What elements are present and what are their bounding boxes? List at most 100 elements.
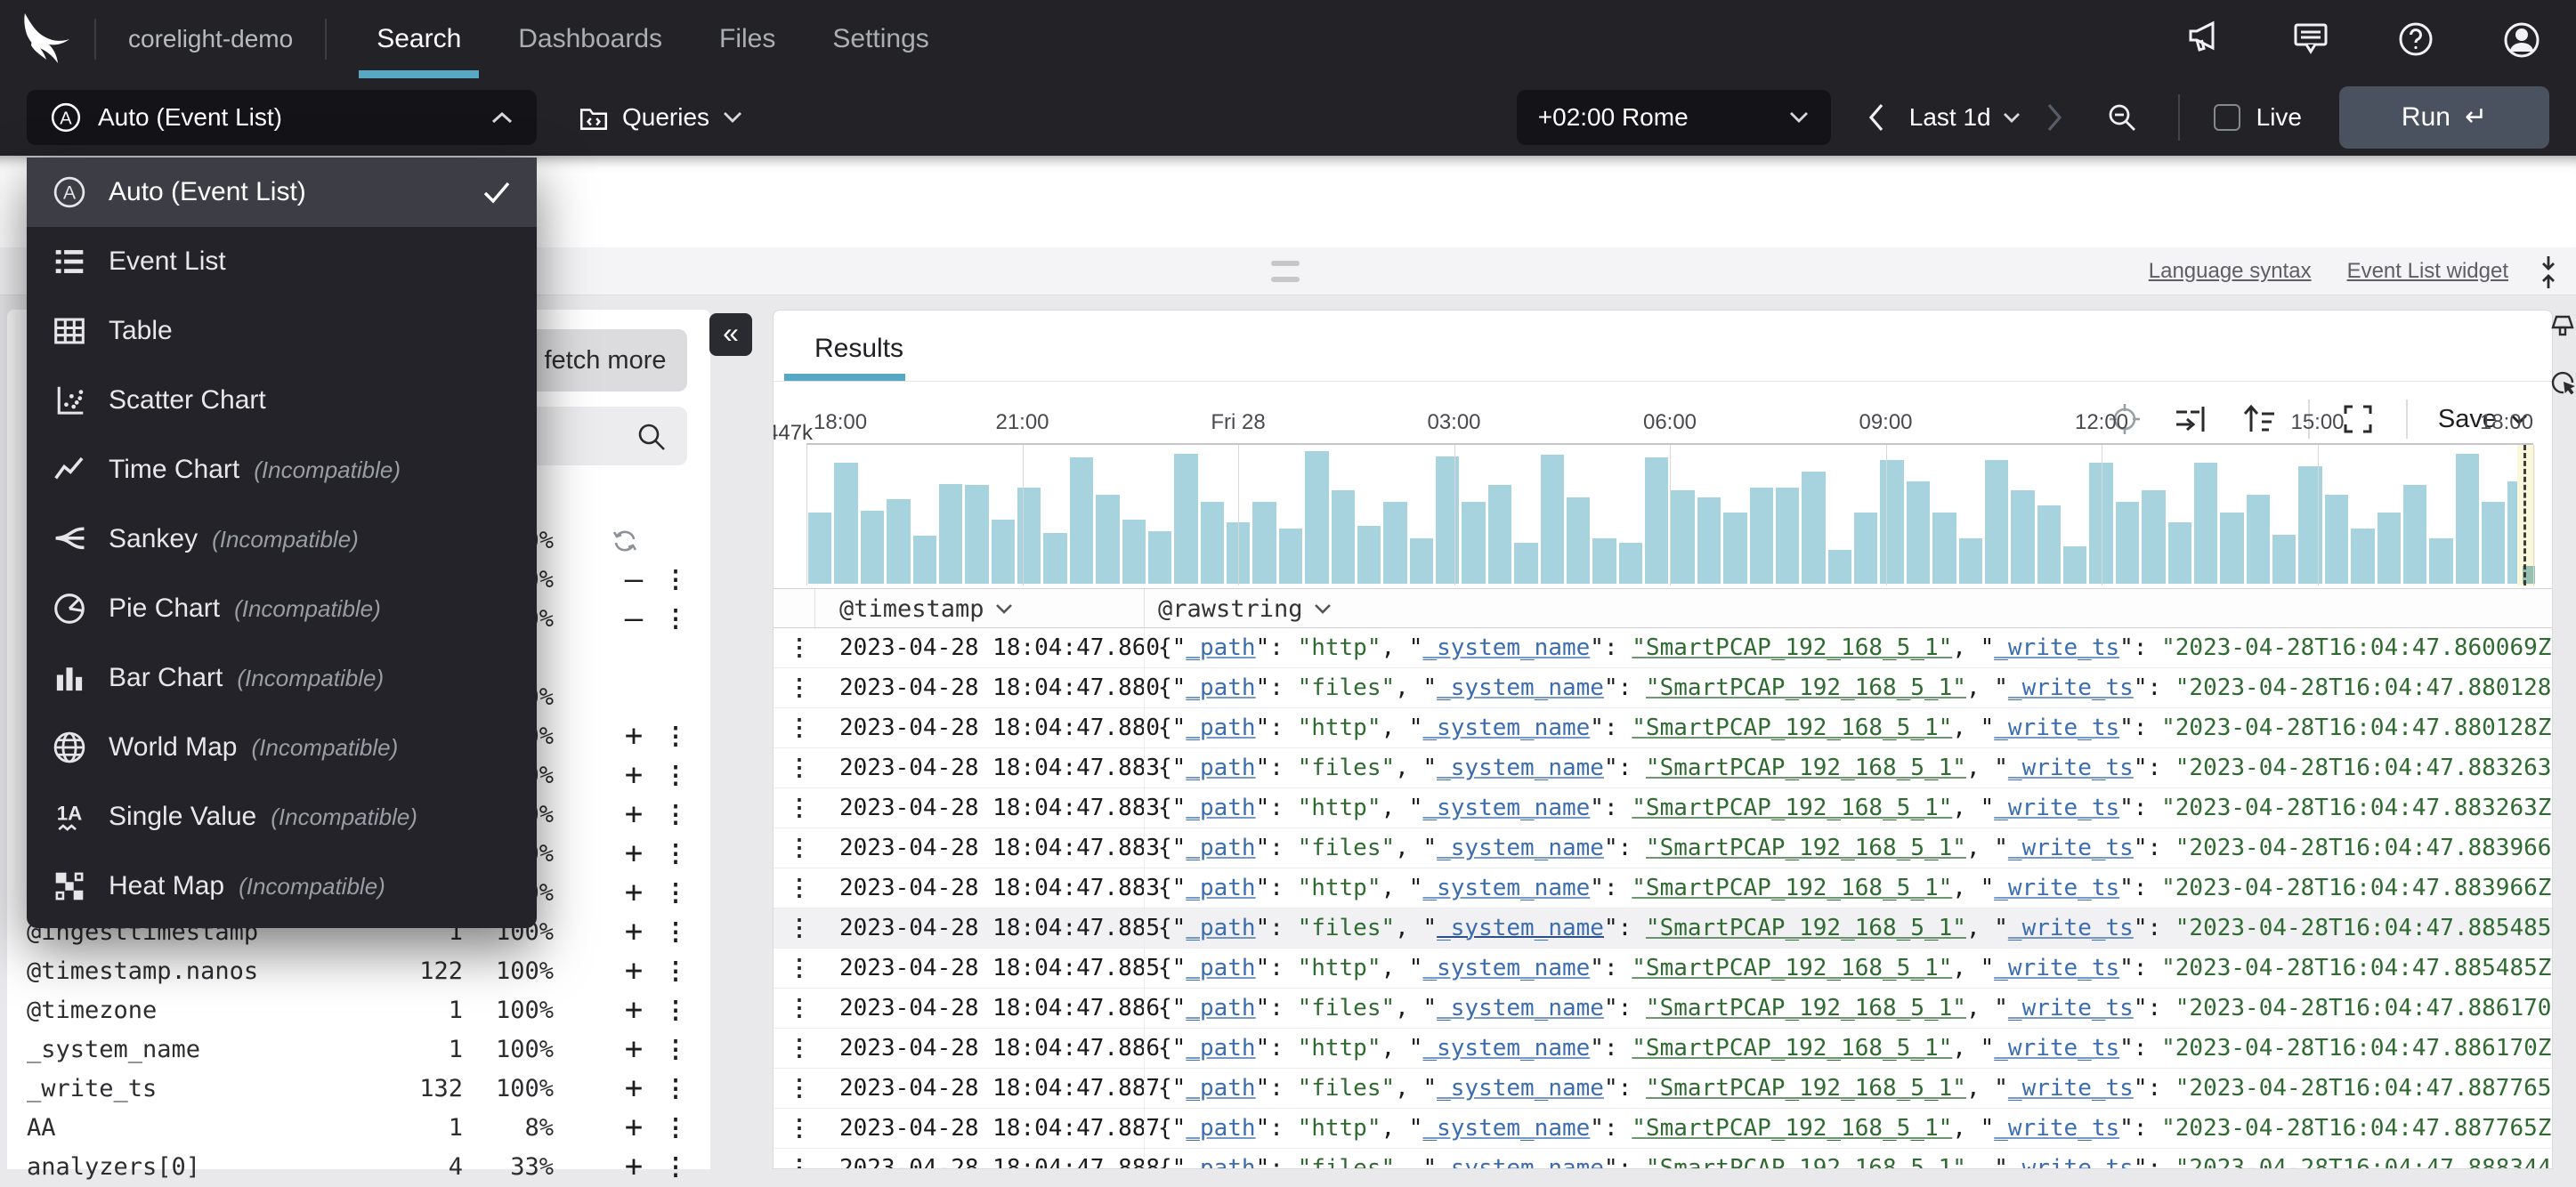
- row-menu-button[interactable]: ⋮: [786, 748, 813, 788]
- json-key[interactable]: _system_name: [1422, 795, 1590, 821]
- json-key[interactable]: _system_name: [1422, 715, 1590, 741]
- field-menu-button[interactable]: ⋮: [660, 717, 691, 756]
- event-row[interactable]: ⋮ 2023-04-28 18:04:47.883 {"_path": "files…: [774, 828, 2552, 868]
- json-key[interactable]: _system_name: [1437, 835, 1604, 861]
- histogram-bar[interactable]: [808, 512, 832, 584]
- json-key[interactable]: _write_ts: [1994, 1115, 2119, 1142]
- field-menu-button[interactable]: ⋮: [660, 952, 691, 991]
- json-key[interactable]: _system_name: [1437, 1155, 1604, 1168]
- event-row[interactable]: ⋮ 2023-04-28 18:04:47.860 {"_path": "http"…: [774, 628, 2552, 668]
- field-name[interactable]: analyzers[0]: [27, 1148, 200, 1187]
- highlighter-icon[interactable]: [2549, 311, 2576, 340]
- histogram-bar[interactable]: [1749, 488, 1773, 584]
- histogram-bar[interactable]: [1043, 533, 1067, 584]
- json-key[interactable]: _write_ts: [2008, 995, 2134, 1021]
- field-menu-button[interactable]: ⋮: [660, 913, 691, 952]
- histogram-bar[interactable]: [1200, 501, 1224, 584]
- histogram-bar[interactable]: [1147, 531, 1172, 584]
- histogram-bar[interactable]: [2351, 529, 2375, 584]
- add-field-button[interactable]: +: [609, 874, 659, 911]
- histogram-bar[interactable]: [1827, 549, 1851, 584]
- column-header-rawstring[interactable]: @rawstring: [1158, 589, 1332, 629]
- json-key[interactable]: _path: [1186, 1035, 1255, 1062]
- json-value[interactable]: "SmartPCAP_192_168_5_1": [1646, 1075, 1966, 1102]
- json-value[interactable]: "SmartPCAP_192_168_5_1": [1632, 715, 1952, 741]
- add-field-button[interactable]: +: [609, 913, 659, 950]
- nav-item-search[interactable]: Search: [348, 0, 490, 78]
- event-row[interactable]: ⋮ 2023-04-28 18:04:47.880 {"_path": "files…: [774, 668, 2552, 708]
- field-menu-button[interactable]: ⋮: [660, 1070, 691, 1109]
- json-key[interactable]: _system_name: [1422, 955, 1590, 981]
- json-key[interactable]: _write_ts: [1994, 875, 2119, 901]
- row-menu-button[interactable]: ⋮: [786, 1029, 813, 1069]
- event-row[interactable]: ⋮ 2023-04-28 18:04:47.885 {"_path": "files…: [774, 908, 2552, 949]
- remove-field-button[interactable]: —: [609, 600, 659, 637]
- json-value[interactable]: "SmartPCAP_192_168_5_1": [1646, 1155, 1966, 1168]
- histogram-bar[interactable]: [2377, 512, 2401, 584]
- wrap-lines-icon[interactable]: [2173, 401, 2210, 437]
- remove-field-button[interactable]: —: [609, 561, 659, 598]
- field-name[interactable]: AA: [27, 1109, 56, 1148]
- add-field-button[interactable]: +: [609, 1148, 659, 1185]
- json-key[interactable]: _write_ts: [2008, 755, 2134, 781]
- json-key[interactable]: _write_ts: [2008, 915, 2134, 941]
- histogram-bar[interactable]: [2402, 485, 2427, 584]
- json-key[interactable]: _system_name: [1422, 875, 1590, 901]
- histogram-bar[interactable]: [2011, 490, 2035, 584]
- refresh-icon[interactable]: [611, 528, 639, 554]
- row-menu-button[interactable]: ⋮: [786, 628, 813, 668]
- zoom-out-icon[interactable]: [2105, 101, 2139, 134]
- view-menu-item-time-chart[interactable]: Time Chart (Incompatible): [27, 435, 537, 505]
- json-value[interactable]: "SmartPCAP_192_168_5_1": [1646, 995, 1966, 1021]
- time-shift-forward-button[interactable]: [2045, 102, 2064, 133]
- histogram-bar[interactable]: [1958, 538, 1982, 584]
- histogram-bar[interactable]: [1697, 497, 1721, 584]
- json-key[interactable]: _write_ts: [1994, 955, 2119, 981]
- view-menu-item-scatter-chart[interactable]: Scatter Chart: [27, 366, 537, 435]
- histogram-bar[interactable]: [2246, 494, 2270, 584]
- json-key[interactable]: _path: [1186, 795, 1255, 821]
- view-menu-item-table[interactable]: Table: [27, 296, 537, 366]
- json-value[interactable]: "SmartPCAP_192_168_5_1": [1646, 835, 1966, 861]
- event-row[interactable]: ⋮ 2023-04-28 18:04:47.886 {"_path": "http"…: [774, 1029, 2552, 1069]
- histogram-bar[interactable]: [1122, 519, 1146, 584]
- json-value[interactable]: "SmartPCAP_192_168_5_1": [1632, 1035, 1952, 1062]
- collapse-vertical-icon[interactable]: [2533, 254, 2564, 290]
- interactions-icon[interactable]: [2549, 368, 2576, 397]
- field-menu-button[interactable]: ⋮: [660, 1030, 691, 1070]
- json-value[interactable]: "SmartPCAP_192_168_5_1": [1646, 755, 1966, 781]
- histogram-bar[interactable]: [2220, 512, 2244, 584]
- view-selector-button[interactable]: A Auto (Event List): [27, 89, 537, 145]
- json-value[interactable]: "SmartPCAP_192_168_5_1": [1632, 1115, 1952, 1142]
- event-histogram[interactable]: [806, 443, 2535, 585]
- json-key[interactable]: _path: [1186, 715, 1255, 741]
- view-menu-item-sankey[interactable]: Sankey (Incompatible): [27, 505, 537, 574]
- row-menu-button[interactable]: ⋮: [786, 908, 813, 949]
- add-field-button[interactable]: +: [609, 1030, 659, 1068]
- json-value[interactable]: "SmartPCAP_192_168_5_1": [1632, 875, 1952, 901]
- field-menu-button[interactable]: ⋮: [660, 1148, 691, 1187]
- fetch-more-button[interactable]: fetch more: [523, 329, 687, 392]
- json-value[interactable]: "SmartPCAP_192_168_5_1": [1646, 915, 1966, 941]
- add-field-button[interactable]: +: [609, 795, 659, 833]
- histogram-bar[interactable]: [834, 463, 858, 584]
- json-key[interactable]: _system_name: [1437, 1075, 1604, 1102]
- row-menu-button[interactable]: ⋮: [786, 949, 813, 989]
- histogram-bar[interactable]: [2167, 521, 2191, 584]
- field-menu-button[interactable]: ⋮: [660, 795, 691, 835]
- histogram-bar[interactable]: [1802, 471, 1826, 584]
- histogram-bar[interactable]: [1984, 460, 2009, 584]
- link-event-list-widget[interactable]: Event List widget: [2347, 259, 2508, 284]
- workspace-name[interactable]: corelight-demo: [96, 25, 325, 53]
- run-button[interactable]: Run ↵: [2339, 85, 2549, 149]
- histogram-bar[interactable]: [1880, 460, 1904, 584]
- json-key[interactable]: _path: [1186, 1155, 1255, 1168]
- histogram-bar[interactable]: [2115, 501, 2140, 584]
- json-key[interactable]: _path: [1186, 995, 1255, 1021]
- histogram-bar[interactable]: [2193, 463, 2218, 584]
- row-menu-button[interactable]: ⋮: [786, 828, 813, 868]
- event-row[interactable]: ⋮ 2023-04-28 18:04:47.886 {"_path": "files…: [774, 989, 2552, 1029]
- json-key[interactable]: _system_name: [1422, 634, 1590, 661]
- account-icon[interactable]: [2501, 20, 2540, 59]
- json-key[interactable]: _system_name: [1437, 755, 1604, 781]
